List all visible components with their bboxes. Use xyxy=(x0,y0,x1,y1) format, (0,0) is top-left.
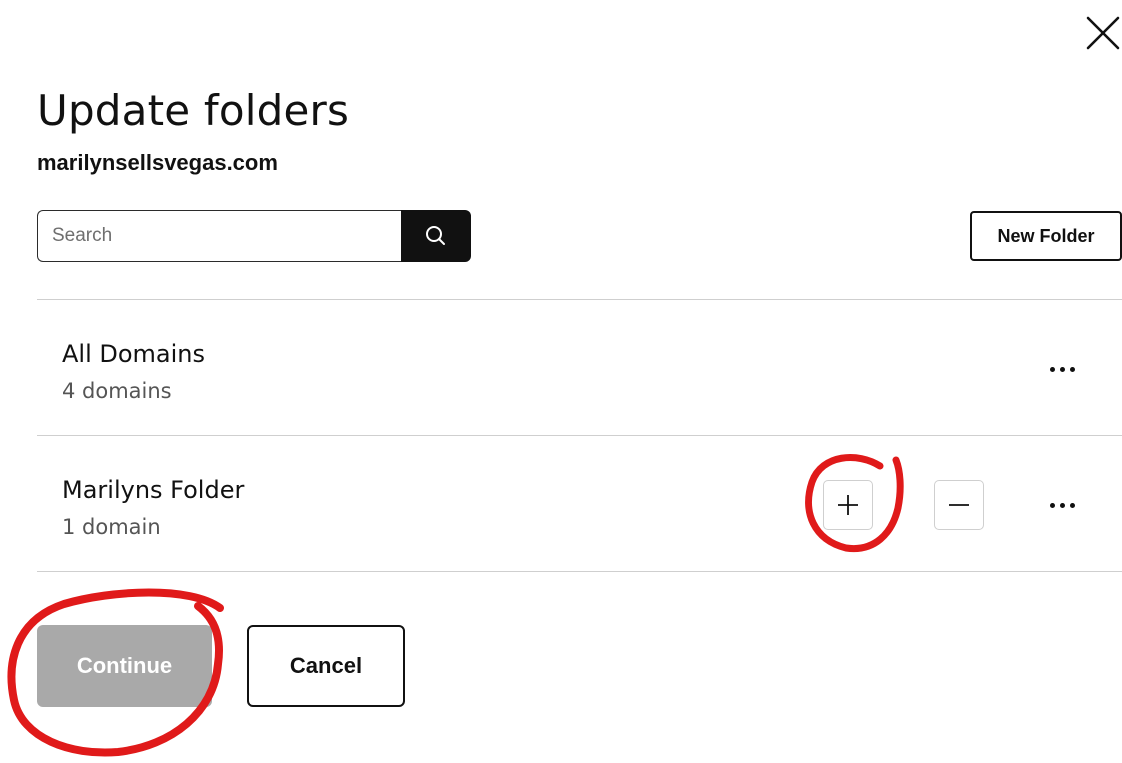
domain-name: marilynsellsvegas.com xyxy=(37,150,278,175)
cancel-button[interactable]: Cancel xyxy=(247,625,405,707)
search-icon xyxy=(426,226,445,245)
folder-domain-count: 1 domain xyxy=(62,515,161,539)
folder-name: Marilyns Folder xyxy=(62,476,245,504)
divider xyxy=(37,435,1122,436)
minus-icon xyxy=(949,504,969,506)
remove-from-folder-button[interactable] xyxy=(934,480,984,530)
search-bar xyxy=(37,210,471,262)
more-icon xyxy=(1049,502,1075,508)
add-to-folder-button[interactable] xyxy=(823,480,873,530)
close-icon xyxy=(1086,16,1120,50)
folder-domain-count: 4 domains xyxy=(62,379,172,403)
divider xyxy=(37,571,1122,572)
folder-more-button[interactable] xyxy=(1040,490,1084,520)
divider xyxy=(37,299,1122,300)
search-button[interactable] xyxy=(401,210,471,262)
folder-name: All Domains xyxy=(62,340,206,368)
new-folder-button[interactable]: New Folder xyxy=(970,211,1122,261)
dialog-title: Update folders xyxy=(37,86,350,135)
close-button[interactable] xyxy=(1082,10,1122,54)
continue-button[interactable]: Continue xyxy=(37,625,212,707)
more-icon xyxy=(1049,366,1075,372)
plus-icon xyxy=(838,495,858,515)
folder-more-button[interactable] xyxy=(1040,354,1084,384)
search-input[interactable] xyxy=(37,210,401,262)
